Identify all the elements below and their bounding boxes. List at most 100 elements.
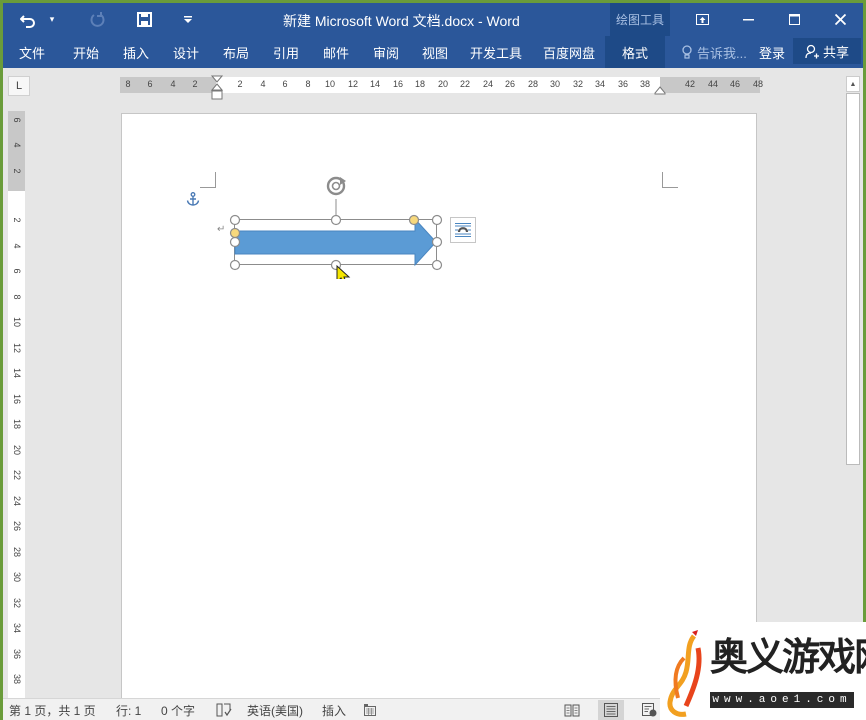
watermark-url: www.aoe1.com bbox=[710, 692, 854, 708]
ruler-tick-label: 16 bbox=[12, 393, 22, 404]
minimize-button[interactable] bbox=[725, 3, 771, 36]
ruler-tick-label: 44 bbox=[707, 79, 719, 89]
undo-dropdown[interactable]: ▾ bbox=[39, 7, 65, 33]
ruler-tick-label: 16 bbox=[392, 79, 404, 89]
tab-selector[interactable]: L bbox=[8, 76, 30, 96]
ruler-tick-label: 36 bbox=[12, 648, 22, 659]
ruler-tick-label: 24 bbox=[12, 495, 22, 506]
ruler-tick-label: 32 bbox=[12, 597, 22, 608]
ruler-tick-label: 4 bbox=[12, 243, 22, 249]
ruler-tick-label: 4 bbox=[170, 79, 176, 89]
ruler-tick-label: 18 bbox=[12, 418, 22, 429]
ruler-tick-label: 4 bbox=[260, 79, 266, 89]
web-layout-icon bbox=[641, 703, 656, 717]
tab-insert[interactable]: 插入 bbox=[111, 36, 161, 68]
read-mode-icon bbox=[564, 704, 580, 716]
tab-format[interactable]: 格式 bbox=[605, 36, 665, 68]
close-button[interactable] bbox=[817, 3, 863, 36]
redo-button[interactable] bbox=[85, 7, 111, 33]
share-person-icon bbox=[805, 44, 819, 58]
vertical-scrollbar[interactable]: ▲ bbox=[846, 76, 860, 700]
tell-me-search[interactable]: 告诉我... bbox=[681, 36, 747, 68]
ruler-tick-label: 42 bbox=[684, 79, 696, 89]
share-button[interactable]: 共享 bbox=[793, 38, 861, 64]
title-bar: ▾ 新建 Microsoft Word 文档.docx - Word 绘图工具 bbox=[3, 3, 863, 36]
tab-mailings[interactable]: 邮件 bbox=[311, 36, 361, 68]
ruler-left-margin bbox=[120, 77, 216, 93]
ruler-tick-label: 10 bbox=[324, 79, 336, 89]
tab-review[interactable]: 审阅 bbox=[361, 36, 411, 68]
web-layout-button[interactable] bbox=[636, 700, 662, 720]
ruler-tick-label: 2 bbox=[12, 168, 22, 174]
tab-developer[interactable]: 开发工具 bbox=[459, 36, 533, 68]
ruler-tick-label: 20 bbox=[437, 79, 449, 89]
word-count[interactable]: 0 个字 bbox=[161, 702, 195, 719]
first-line-indent-marker[interactable] bbox=[211, 75, 223, 101]
vertical-ruler[interactable]: 6 4 2 2 4 6 8 10 12 14 16 18 20 22 24 26 28 30 32 34 36 38 bbox=[8, 111, 25, 701]
ruler-tick-label: 6 bbox=[12, 117, 22, 123]
proofing-icon[interactable] bbox=[216, 703, 232, 717]
ruler-tick-label: 2 bbox=[192, 79, 198, 89]
undo-button[interactable] bbox=[15, 7, 41, 33]
right-arrow-shape bbox=[234, 217, 437, 267]
ruler-tick-label: 38 bbox=[639, 79, 651, 89]
print-layout-icon bbox=[604, 703, 618, 717]
undo-icon bbox=[20, 14, 35, 28]
document-title: 新建 Microsoft Word 文档.docx - Word bbox=[283, 13, 520, 29]
page-count[interactable]: 第 1 页，共 1 页 bbox=[9, 702, 96, 719]
ruler-tick-label: 6 bbox=[147, 79, 153, 89]
tab-design[interactable]: 设计 bbox=[161, 36, 211, 68]
rotate-handle-icon[interactable] bbox=[326, 176, 346, 196]
customize-icon bbox=[184, 15, 192, 23]
line-number: 行: 1 bbox=[116, 704, 142, 718]
tab-view[interactable]: 视图 bbox=[411, 36, 459, 68]
ruler-tick-label: 34 bbox=[594, 79, 606, 89]
ruler-tick-label: 30 bbox=[12, 571, 22, 582]
ruler-tick-label: 48 bbox=[752, 79, 764, 89]
ruler-tick-label: 8 bbox=[12, 294, 22, 300]
ruler-tick-label: 18 bbox=[414, 79, 426, 89]
maximize-button[interactable] bbox=[771, 3, 817, 36]
ruler-tick-label: 22 bbox=[12, 469, 22, 480]
ribbon: 文件 开始 插入 设计 布局 引用 邮件 审阅 视图 开发工具 百度网盘 格式 … bbox=[3, 36, 863, 68]
ruler-tick-label: 12 bbox=[347, 79, 359, 89]
tab-references[interactable]: 引用 bbox=[261, 36, 311, 68]
layout-options-button[interactable] bbox=[450, 217, 476, 243]
print-layout-button[interactable] bbox=[598, 700, 624, 720]
read-mode-button[interactable] bbox=[559, 700, 585, 720]
macro-recording-icon[interactable] bbox=[364, 704, 376, 716]
drawing-tools-label: 绘图工具 bbox=[610, 3, 670, 36]
ruler-tick-label: 28 bbox=[527, 79, 539, 89]
maximize-icon bbox=[788, 14, 800, 25]
tab-baidu-netdisk[interactable]: 百度网盘 bbox=[533, 36, 605, 68]
ruler-tick-label: 32 bbox=[572, 79, 584, 89]
login-button[interactable]: 登录 bbox=[759, 36, 785, 68]
ruler-tick-label: 46 bbox=[729, 79, 741, 89]
tab-home[interactable]: 开始 bbox=[61, 36, 111, 68]
right-indent-marker[interactable] bbox=[654, 86, 666, 95]
ruler-tick-label: 14 bbox=[12, 367, 22, 378]
tab-layout[interactable]: 布局 bbox=[211, 36, 261, 68]
insert-mode[interactable]: 插入 bbox=[322, 702, 346, 719]
tab-file[interactable]: 文件 bbox=[3, 36, 61, 68]
ruler-tick-label: 34 bbox=[12, 622, 22, 633]
ruler-tick-label: 26 bbox=[504, 79, 516, 89]
customize-qat-button[interactable] bbox=[175, 7, 201, 33]
save-button[interactable] bbox=[131, 7, 157, 33]
watermark-logo-icon bbox=[667, 630, 702, 717]
ruler-tick-label: 6 bbox=[282, 79, 288, 89]
ribbon-display-button[interactable] bbox=[679, 3, 725, 36]
ruler-tick-label: 30 bbox=[549, 79, 561, 89]
close-icon bbox=[834, 14, 846, 25]
arrow-shape-selection[interactable] bbox=[222, 169, 452, 279]
quick-access-toolbar: ▾ bbox=[15, 3, 207, 36]
scroll-thumb[interactable] bbox=[846, 93, 860, 465]
scroll-up-button[interactable]: ▲ bbox=[846, 76, 860, 92]
language[interactable]: 英语(美国) bbox=[247, 702, 303, 719]
ruler-tick-label: 2 bbox=[12, 217, 22, 223]
ruler-tick-label: 24 bbox=[482, 79, 494, 89]
horizontal-ruler[interactable]: 8 6 4 2 2 4 6 8 10 12 14 16 18 20 22 24 26 28 30 32 34 36 38 42… bbox=[120, 75, 764, 100]
ruler-tick-label: 28 bbox=[12, 546, 22, 557]
word-window: ▾ 新建 Microsoft Word 文档.docx - Word 绘图工具 bbox=[3, 3, 863, 720]
ruler-tick-label: 22 bbox=[459, 79, 471, 89]
